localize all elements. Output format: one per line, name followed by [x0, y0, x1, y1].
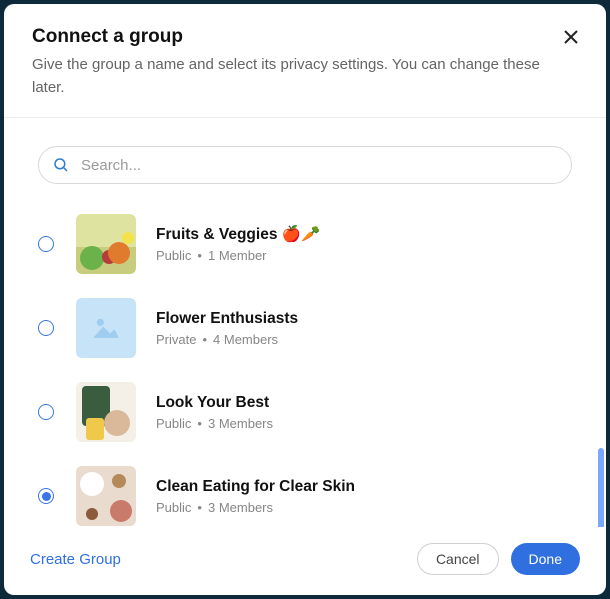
- radio-button[interactable]: [38, 488, 54, 504]
- group-privacy: Private: [156, 332, 196, 347]
- group-list: Fruits & Veggies 🍎🥕 Public•1 Member Flow…: [32, 202, 578, 527]
- modal-title: Connect a group: [32, 26, 578, 48]
- group-thumbnail: [76, 298, 136, 358]
- group-info: Flower Enthusiasts Private•4 Members: [156, 310, 298, 347]
- group-thumbnail: [76, 382, 136, 442]
- group-info: Fruits & Veggies 🍎🥕 Public•1 Member: [156, 225, 320, 263]
- modal-header: Connect a group Give the group a name an…: [4, 4, 606, 118]
- search-wrap: [38, 146, 572, 184]
- group-members: 3 Members: [208, 500, 273, 515]
- group-meta: Public•3 Members: [156, 416, 273, 431]
- group-name: Flower Enthusiasts: [156, 310, 298, 328]
- group-thumbnail: [76, 466, 136, 526]
- radio-button[interactable]: [38, 236, 54, 252]
- scrollbar-thumb[interactable]: [598, 448, 604, 527]
- radio-button[interactable]: [38, 320, 54, 336]
- modal-footer: Create Group Cancel Done: [4, 527, 606, 595]
- group-name: Clean Eating for Clear Skin: [156, 478, 355, 496]
- group-members: 1 Member: [208, 248, 267, 263]
- group-privacy: Public: [156, 416, 191, 431]
- group-privacy: Public: [156, 500, 191, 515]
- image-placeholder-icon: [89, 311, 123, 345]
- group-info: Look Your Best Public•3 Members: [156, 394, 273, 431]
- search-input[interactable]: [38, 146, 572, 184]
- group-meta: Public•1 Member: [156, 248, 320, 263]
- cancel-button[interactable]: Cancel: [417, 543, 499, 575]
- group-info: Clean Eating for Clear Skin Public•3 Mem…: [156, 478, 355, 515]
- close-button[interactable]: [560, 26, 582, 48]
- modal-body: Fruits & Veggies 🍎🥕 Public•1 Member Flow…: [4, 118, 606, 527]
- group-members: 3 Members: [208, 416, 273, 431]
- group-meta: Private•4 Members: [156, 332, 298, 347]
- create-group-link[interactable]: Create Group: [30, 551, 121, 568]
- group-row[interactable]: Clean Eating for Clear Skin Public•3 Mem…: [32, 454, 578, 527]
- group-privacy: Public: [156, 248, 191, 263]
- group-members: 4 Members: [213, 332, 278, 347]
- modal-subtitle: Give the group a name and select its pri…: [32, 54, 572, 99]
- group-name: Look Your Best: [156, 394, 273, 412]
- group-meta: Public•3 Members: [156, 500, 355, 515]
- group-name: Fruits & Veggies 🍎🥕: [156, 225, 320, 244]
- group-row[interactable]: Look Your Best Public•3 Members: [32, 370, 578, 454]
- done-button[interactable]: Done: [511, 543, 580, 575]
- close-icon: [563, 29, 579, 45]
- connect-group-modal: Connect a group Give the group a name an…: [4, 4, 606, 595]
- group-thumbnail: [76, 214, 136, 274]
- radio-button[interactable]: [38, 404, 54, 420]
- group-row[interactable]: Fruits & Veggies 🍎🥕 Public•1 Member: [32, 202, 578, 286]
- search-icon: [52, 156, 70, 174]
- group-row[interactable]: Flower Enthusiasts Private•4 Members: [32, 286, 578, 370]
